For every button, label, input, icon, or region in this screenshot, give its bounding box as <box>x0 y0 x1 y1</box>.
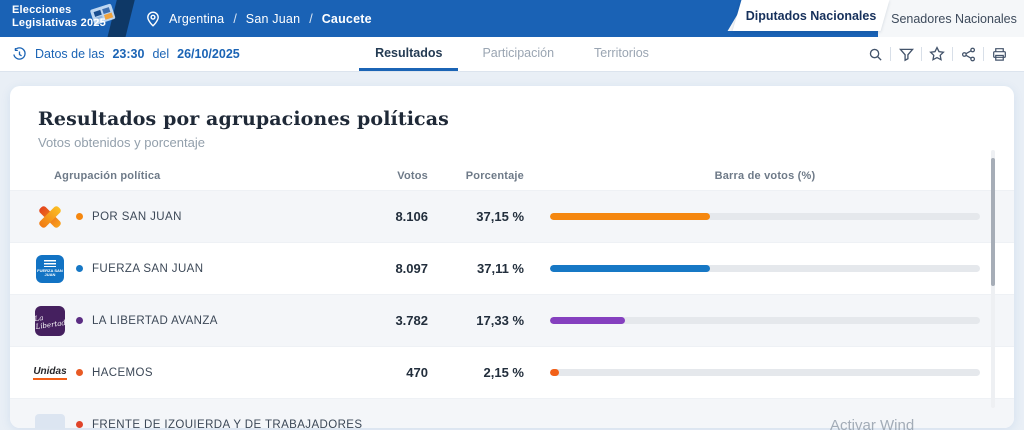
star-icon[interactable] <box>922 43 952 65</box>
share-icon[interactable] <box>953 43 983 65</box>
party-bullet <box>76 421 83 428</box>
party-bullet <box>76 213 83 220</box>
breadcrumb-country[interactable]: Argentina <box>169 12 224 26</box>
party-logo-cell <box>30 202 70 232</box>
vote-bar-fill <box>550 369 560 376</box>
percentage-value: 37,11 % <box>477 261 524 276</box>
column-header-bar: Barra de votos (%) <box>714 170 816 182</box>
vote-bar-fill <box>550 265 710 272</box>
table-row[interactable]: FUERZA SAN JUAN FUERZA SAN JUAN 8.097 37… <box>10 242 1014 294</box>
vote-bar-fill <box>550 213 710 220</box>
party-name: FUERZA SAN JUAN <box>92 262 204 275</box>
breadcrumb-department[interactable]: Caucete <box>322 12 372 26</box>
votes-value: 8.097 <box>395 261 428 276</box>
vote-bar-fill <box>550 317 625 324</box>
hacemos-unidas-logo: Unidas <box>33 366 67 380</box>
party-bullet <box>76 317 83 324</box>
party-name: LA LIBERTAD AVANZA <box>92 314 218 327</box>
breadcrumb-separator: / <box>309 11 313 26</box>
party-bullet <box>76 265 83 272</box>
fuerza-san-juan-logo: FUERZA SAN JUAN <box>36 254 64 283</box>
breadcrumb-separator: / <box>233 11 237 26</box>
breadcrumb-province[interactable]: San Juan <box>246 12 300 26</box>
party-bullet <box>76 369 83 376</box>
party-logo-cell: FUERZA SAN JUAN <box>30 254 70 283</box>
table-row[interactable]: La Libertad LA LIBERTAD AVANZA 3.782 17,… <box>10 294 1014 346</box>
sub-toolbar: Datos de las 23:30 del 26/10/2025 Result… <box>0 37 1024 72</box>
table-row[interactable]: POR SAN JUAN 8.106 37,15 % <box>10 190 1014 242</box>
percentage-value: 2,15 % <box>483 365 524 380</box>
vote-bar-track <box>550 317 980 324</box>
party-name: POR SAN JUAN <box>92 210 182 223</box>
tab-diputados-label: Diputados Nacionales <box>745 8 877 23</box>
column-header-votes: Votos <box>397 170 428 182</box>
print-icon[interactable] <box>984 43 1014 65</box>
party-name-cell: FUERZA SAN JUAN <box>76 263 352 275</box>
scrollbar-thumb[interactable] <box>991 158 995 286</box>
votes-value: 8.106 <box>395 209 428 224</box>
search-icon[interactable] <box>860 43 890 65</box>
tab-participacion[interactable]: Participación <box>466 37 570 71</box>
vote-bar-track <box>550 213 980 220</box>
active-chamber-tab-underline <box>660 31 878 37</box>
results-card: Resultados por agrupaciones políticas Vo… <box>10 86 1014 428</box>
card-header: Resultados por agrupaciones políticas Vo… <box>10 86 1014 156</box>
elections-results-page: Elecciones Legislativas 2025 Argentina /… <box>0 0 1024 430</box>
page-subtitle: Votos obtenidos y porcentaje <box>38 135 205 150</box>
party-name: HACEMOS <box>92 366 153 379</box>
votes-value: 470 <box>406 365 428 380</box>
results-table-header: Agrupación política Votos Porcentaje Bar… <box>10 156 1014 190</box>
tab-senadores-nacionales[interactable]: Senadores Nacionales <box>888 0 1020 37</box>
party-logo-cell: La Libertad <box>30 305 70 336</box>
party-logo-cell <box>30 413 70 428</box>
breadcrumb: Argentina / San Juan / Caucete <box>146 0 372 37</box>
logo-line1: Elecciones <box>12 4 72 16</box>
vote-bar-track <box>550 369 980 376</box>
elecciones-legislativas-logo[interactable]: Elecciones Legislativas 2025 <box>12 4 106 30</box>
party-name-cell: HACEMOS <box>76 367 352 379</box>
top-header-bar: Elecciones Legislativas 2025 Argentina /… <box>0 0 1024 42</box>
party-name: FRENTE DE IZQUIERDA Y DE TRABAJADORES <box>92 418 363 429</box>
tab-territorios[interactable]: Territorios <box>578 37 665 71</box>
fit-logo-placeholder <box>35 413 65 428</box>
location-pin-icon <box>146 10 160 27</box>
percentage-value: 37,15 % <box>476 209 524 224</box>
tab-resultados[interactable]: Resultados <box>359 37 459 71</box>
results-rows: POR SAN JUAN 8.106 37,15 % FUERZA SAN JU… <box>10 190 1014 428</box>
party-logo-cell: Unidas <box>30 366 70 380</box>
party-name-cell: FRENTE DE IZQUIERDA Y DE TRABAJADORES <box>76 419 362 428</box>
column-header-party: Agrupación política <box>54 170 161 182</box>
por-san-juan-x-logo <box>35 202 65 232</box>
filter-icon[interactable] <box>891 43 921 65</box>
column-header-percentage: Porcentaje <box>465 170 524 182</box>
vote-bar-track <box>550 265 980 272</box>
logo-line2: Legislativas 2025 <box>12 17 106 30</box>
party-name-cell: POR SAN JUAN <box>76 211 352 223</box>
table-row[interactable]: Unidas HACEMOS 470 2,15 % <box>10 346 1014 398</box>
percentage-value: 17,33 % <box>476 313 524 328</box>
votes-value: 3.782 <box>395 313 428 328</box>
windows-activation-watermark: Activar Wind <box>830 417 915 430</box>
page-title: Resultados por agrupaciones políticas <box>38 108 449 130</box>
party-name-cell: LA LIBERTAD AVANZA <box>76 315 352 327</box>
tab-diputados-nacionales[interactable]: Diputados Nacionales <box>732 0 890 31</box>
la-libertad-avanza-logo: La Libertad <box>34 305 66 336</box>
toolbar-action-icons <box>860 37 1014 71</box>
